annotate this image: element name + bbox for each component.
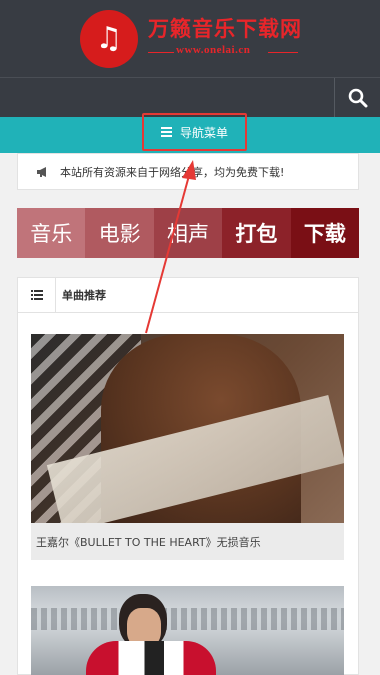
- category-pack[interactable]: 打包: [222, 208, 291, 258]
- recommend-title: 单曲推荐: [62, 289, 106, 302]
- brand-title: 万籁音乐下载网: [148, 16, 302, 41]
- nav-menu-toggle[interactable]: 导航菜单: [142, 113, 247, 151]
- list-icon: [18, 277, 56, 313]
- brand-divider-right: [268, 52, 298, 53]
- nav-menu-label: 导航菜单: [179, 125, 228, 140]
- category-movie[interactable]: 电影: [85, 208, 154, 258]
- search-icon: [348, 88, 367, 108]
- song-caption[interactable]: 王嘉尔《BULLET TO THE HEART》无损音乐: [31, 523, 344, 560]
- site-header: ♫ 万籁音乐下载网 www.onelai.cn: [0, 0, 380, 77]
- top-bar: [0, 77, 380, 118]
- search-button[interactable]: [334, 78, 380, 118]
- category-crosstalk[interactable]: 相声: [153, 208, 223, 258]
- brand-url: www.onelai.cn: [176, 44, 251, 56]
- recommend-section: 单曲推荐 王嘉尔《BULLET TO THE HEART》无损音乐: [17, 277, 359, 675]
- category-music[interactable]: 音乐: [17, 208, 86, 258]
- category-links: 音乐 电影 相声 打包 下载: [17, 208, 360, 258]
- music-note-icon: ♫: [95, 21, 123, 56]
- song-card[interactable]: [31, 586, 344, 675]
- song-cover-image[interactable]: [31, 334, 344, 523]
- recommend-header: 单曲推荐: [18, 277, 358, 313]
- notice-bar: 本站所有资源来自于网络分享，均为免费下载!: [17, 153, 359, 190]
- song-cover-image[interactable]: [31, 586, 344, 675]
- logo[interactable]: ♫: [80, 10, 138, 68]
- brand-divider-left: [148, 52, 174, 53]
- notice-text: 本站所有资源来自于网络分享，均为免费下载!: [60, 165, 285, 179]
- category-download[interactable]: 下载: [290, 208, 360, 258]
- hamburger-icon: [160, 127, 172, 137]
- megaphone-icon: [37, 166, 46, 177]
- song-card[interactable]: 王嘉尔《BULLET TO THE HEART》无损音乐: [31, 334, 344, 560]
